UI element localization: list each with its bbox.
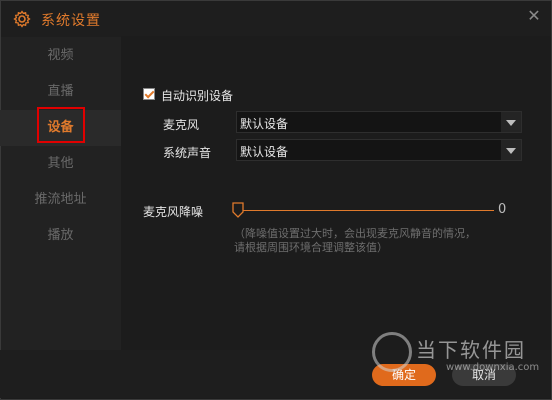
sidebar-item-live[interactable]: 直播	[0, 74, 121, 110]
system-sound-select[interactable]: 默认设备	[236, 139, 522, 161]
sidebar-item-device[interactable]: 设备	[0, 110, 121, 146]
noise-reduction-slider-thumb[interactable]	[232, 202, 244, 218]
sidebar-item-video[interactable]: 视频	[0, 38, 121, 74]
sidebar-item-other[interactable]: 其他	[0, 146, 121, 182]
noise-reduction-slider-track[interactable]	[240, 210, 494, 211]
sidebar-item-stream-url[interactable]: 推流地址	[0, 182, 121, 218]
close-icon[interactable]: ✕	[523, 6, 545, 28]
gear-icon	[13, 10, 31, 28]
auto-detect-checkbox[interactable]	[143, 88, 155, 100]
noise-reduction-label: 麦克风降噪	[143, 205, 204, 219]
system-sound-label: 系统声音	[163, 146, 212, 160]
auto-detect-label: 自动识别设备	[161, 89, 234, 103]
microphone-label: 麦克风	[163, 118, 200, 132]
chevron-down-icon[interactable]	[501, 140, 521, 160]
window-title: 系统设置	[41, 13, 101, 29]
sidebar-item-playback[interactable]: 播放	[0, 218, 121, 254]
microphone-select[interactable]: 默认设备	[236, 111, 522, 133]
cancel-button[interactable]: 取消	[452, 364, 516, 386]
chevron-down-icon[interactable]	[501, 112, 521, 132]
hint-line-2: 请根据周围环境合理调整该值）	[234, 241, 388, 254]
noise-reduction-hint: （降噪值设置过大时，会出现麦克风静音的情况， 请根据周围环境合理调整该值）	[234, 227, 476, 255]
ok-button[interactable]: 确定	[372, 364, 436, 386]
title-bar: 系统设置 ✕	[1, 1, 551, 37]
device-settings-panel	[121, 36, 550, 350]
hint-line-1: （降噪值设置过大时，会出现麦克风静音的情况，	[234, 227, 476, 240]
microphone-select-value: 默认设备	[240, 117, 289, 131]
system-sound-select-value: 默认设备	[240, 145, 289, 159]
noise-reduction-value: 0	[498, 202, 507, 217]
